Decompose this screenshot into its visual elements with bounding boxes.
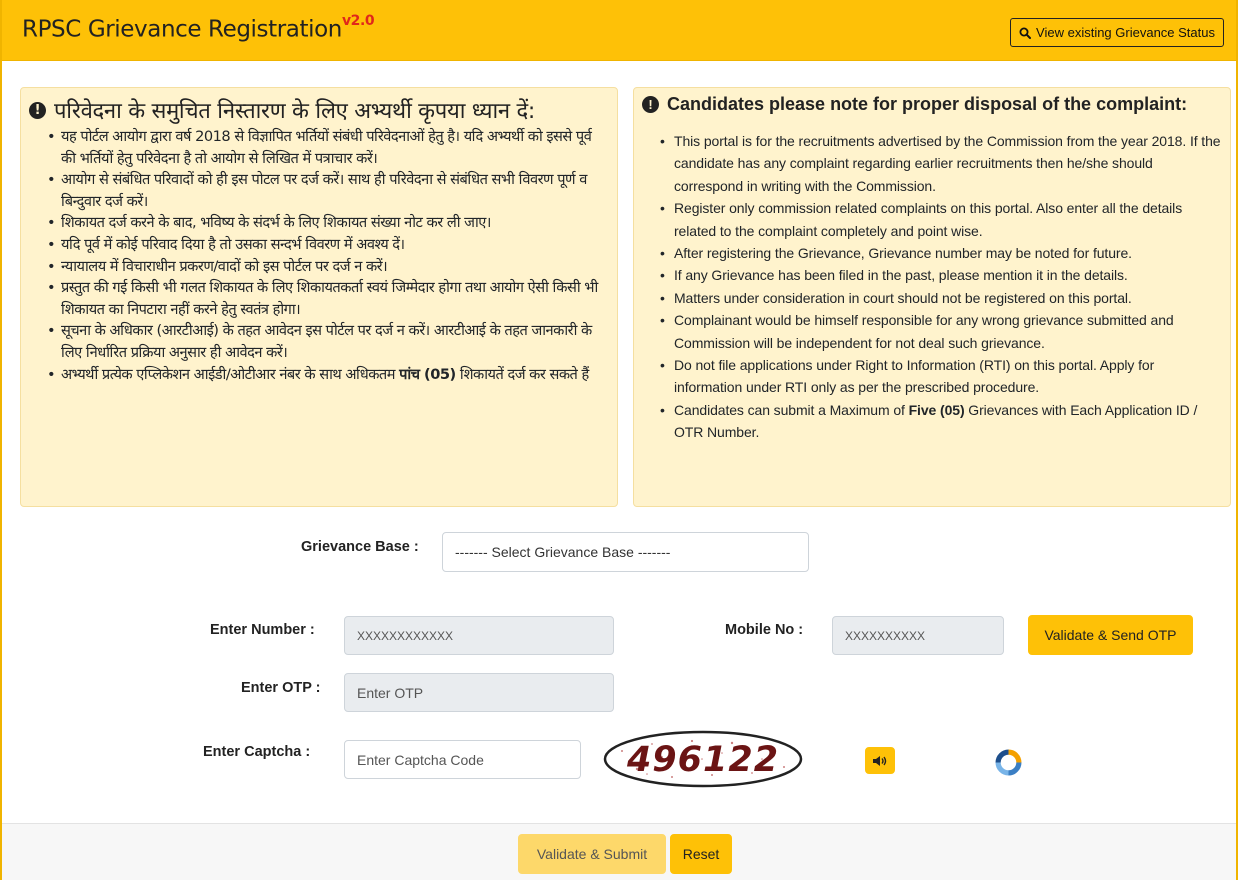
list-item: सूचना के अधिकार (आरटीआई) के तहत आवेदन इस… xyxy=(47,320,609,363)
list-item: आयोग से संबंधित परिवादों को ही इस पोटल प… xyxy=(47,169,609,212)
mobile-number-value: XXXXXXXXXX xyxy=(845,628,926,643)
enter-number-label: Enter Number : xyxy=(210,622,315,638)
reset-button[interactable]: Reset xyxy=(670,834,732,874)
list-item-bold: पांच (05) xyxy=(399,365,456,383)
hindi-heading-text: परिवेदना के समुचित निस्तारण के लिए अभ्यर… xyxy=(54,99,536,124)
captcha-placeholder: Enter Captcha Code xyxy=(357,751,484,768)
list-item-text: अभ्यर्थी प्रत्येक एप्लिकेशन आईडी/ओटीआर न… xyxy=(61,365,400,383)
list-item: Complainant would be himself responsible… xyxy=(660,309,1222,354)
validate-send-otp-button[interactable]: Validate & Send OTP xyxy=(1028,615,1193,655)
list-item: यदि पूर्व में कोई परिवाद दिया है तो उसका… xyxy=(47,234,609,256)
enter-captcha-label: Enter Captcha : xyxy=(203,744,311,760)
header-bar: RPSC Grievance Registrationv2.0 View exi… xyxy=(2,0,1236,61)
english-heading-text: Candidates please note for proper dispos… xyxy=(667,94,1188,114)
version-badge: v2.0 xyxy=(341,13,375,29)
captcha-audio-button[interactable] xyxy=(865,747,895,774)
list-item: शिकायत दर्ज करने के बाद, भविष्य के संदर्… xyxy=(47,212,609,234)
hindi-instructions-list: यह पोर्टल आयोग द्वारा वर्ष 2018 से विज्ञ… xyxy=(47,126,609,385)
list-item: न्यायालय में विचाराधीन प्रकरण/वादों को इ… xyxy=(47,256,609,278)
mobile-no-label: Mobile No : xyxy=(725,622,804,638)
captcha-image: 496122 xyxy=(603,730,803,788)
refresh-icon[interactable] xyxy=(995,749,1022,776)
speaker-icon xyxy=(873,755,887,766)
list-item-text: Candidates can submit a Maximum of xyxy=(674,401,909,418)
enter-otp-label: Enter OTP : xyxy=(241,680,321,696)
otp-input[interactable]: Enter OTP xyxy=(344,673,614,712)
exclamation-icon: ! xyxy=(29,101,46,119)
list-item-text: शिकायतें दर्ज कर सकते हैं xyxy=(455,365,589,383)
list-item: अभ्यर्थी प्रत्येक एप्लिकेशन आईडी/ओटीआर न… xyxy=(47,364,609,386)
grievance-base-label: Grievance Base : xyxy=(301,539,419,555)
application-number-input[interactable]: XXXXXXXXXXXX xyxy=(344,616,614,655)
english-instructions-list: This portal is for the recruitments adve… xyxy=(660,130,1222,444)
view-grievance-status-button[interactable]: View existing Grievance Status xyxy=(1010,18,1224,47)
page-title-text: RPSC Grievance Registration xyxy=(22,16,342,43)
form-footer: Validate & Submit Reset xyxy=(2,823,1236,880)
application-number-value: XXXXXXXXXXXX xyxy=(357,628,454,643)
list-item: यह पोर्टल आयोग द्वारा वर्ष 2018 से विज्ञ… xyxy=(47,126,609,169)
page-title: RPSC Grievance Registrationv2.0 xyxy=(22,13,375,43)
list-item: Matters under consideration in court sho… xyxy=(660,287,1222,310)
hindi-instructions-heading: ! परिवेदना के समुचित निस्तारण के लिए अभ्… xyxy=(29,95,535,125)
list-item: If any Grievance has been filed in the p… xyxy=(660,264,1222,287)
otp-placeholder: Enter OTP xyxy=(357,684,424,701)
list-item: Register only commission related complai… xyxy=(660,197,1222,242)
grievance-base-selected-value: ------- Select Grievance Base ------- xyxy=(455,544,671,560)
hindi-instructions-panel: ! परिवेदना के समुचित निस्तारण के लिए अभ्… xyxy=(20,87,618,507)
grievance-base-select[interactable]: ------- Select Grievance Base ------- xyxy=(442,532,809,572)
english-instructions-heading: ! Candidates please note for proper disp… xyxy=(642,94,1187,115)
list-item: This portal is for the recruitments adve… xyxy=(660,130,1222,197)
search-icon xyxy=(1019,27,1032,39)
exclamation-icon: ! xyxy=(642,96,659,113)
captcha-input[interactable]: Enter Captcha Code xyxy=(344,740,581,779)
view-grievance-status-label: View existing Grievance Status xyxy=(1036,25,1215,40)
mobile-number-input[interactable]: XXXXXXXXXX xyxy=(832,616,1004,655)
list-item: Candidates can submit a Maximum of Five … xyxy=(660,399,1222,444)
validate-submit-button[interactable]: Validate & Submit xyxy=(518,834,666,874)
list-item: प्रस्तुत की गई किसी भी गलत शिकायत के लिए… xyxy=(47,277,609,320)
page: RPSC Grievance Registrationv2.0 View exi… xyxy=(0,0,1238,880)
captcha-code-text: 496122 xyxy=(626,740,779,780)
list-item: Do not file applications under Right to … xyxy=(660,354,1222,399)
english-instructions-panel: ! Candidates please note for proper disp… xyxy=(633,87,1231,507)
list-item-bold: Five (05) xyxy=(908,401,965,418)
list-item: After registering the Grievance, Grievan… xyxy=(660,242,1222,265)
